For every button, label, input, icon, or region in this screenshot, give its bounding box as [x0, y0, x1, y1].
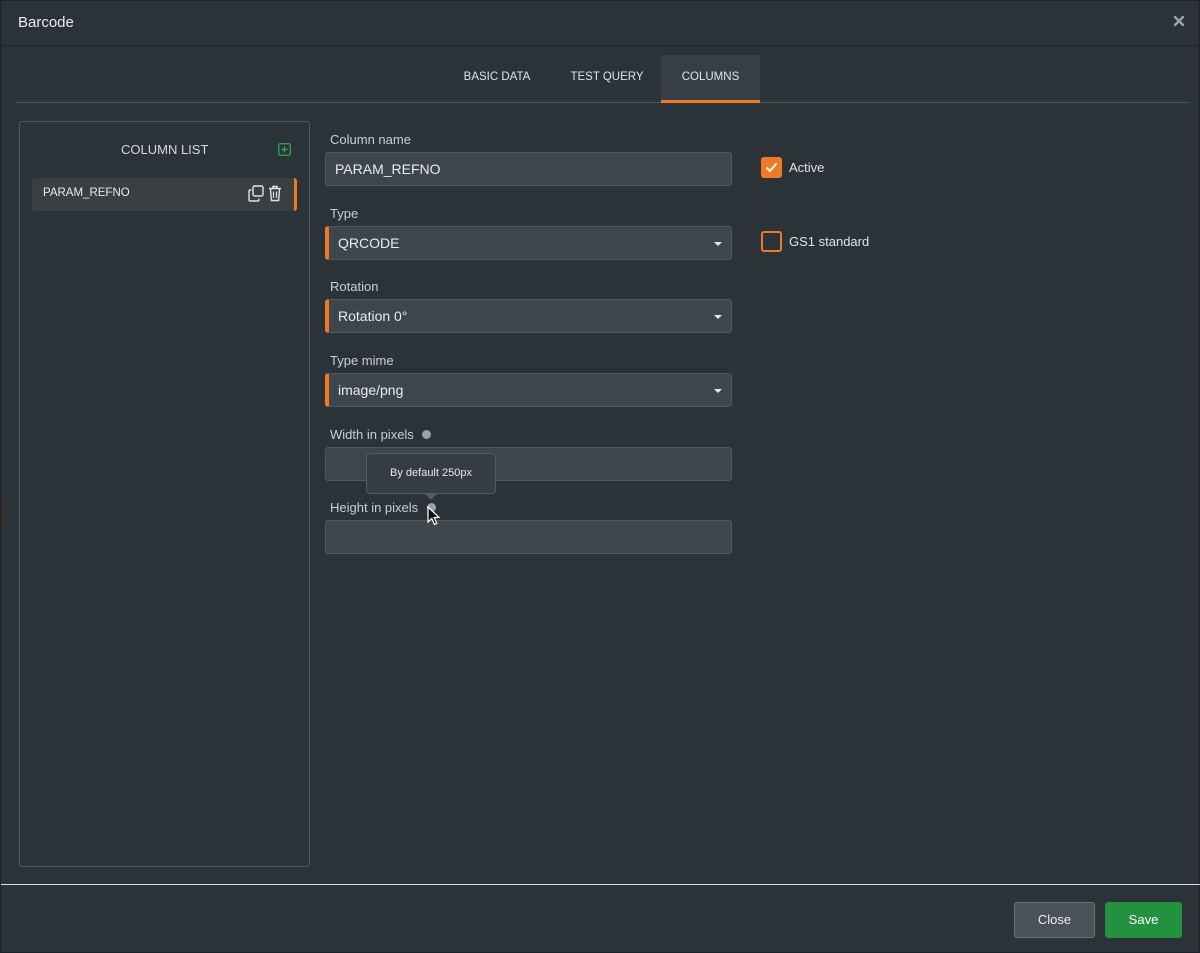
- copy-icon[interactable]: [248, 185, 264, 202]
- chevron-down-icon: [714, 315, 722, 319]
- rotation-select-value: Rotation 0°: [338, 308, 408, 324]
- tab-columns[interactable]: COLUMNS: [661, 55, 760, 103]
- add-column-icon[interactable]: [278, 143, 291, 156]
- type-select-value: QRCODE: [338, 235, 400, 251]
- column-list-item[interactable]: PARAM_REFNO: [32, 178, 297, 211]
- save-button[interactable]: Save: [1105, 902, 1182, 938]
- active-checkbox[interactable]: [761, 157, 782, 178]
- dialog-title: Barcode: [18, 14, 74, 31]
- edge-marker: [1, 501, 3, 529]
- type-select[interactable]: QRCODE: [325, 226, 732, 260]
- rotation-label: Rotation: [330, 279, 379, 294]
- barcode-dialog: Barcode BASIC DATA TEST QUERY COLUMNS CO…: [0, 0, 1200, 953]
- chevron-down-icon: [714, 242, 722, 246]
- footer-divider: [1, 884, 1200, 885]
- tooltip: By default 250px: [366, 453, 496, 494]
- column-item-label: PARAM_REFNO: [43, 187, 130, 199]
- column-list-panel: COLUMN LIST PARAM_REFNO: [19, 121, 310, 867]
- tab-bar: BASIC DATA TEST QUERY COLUMNS: [15, 55, 1189, 103]
- gs1-standard-label: GS1 standard: [789, 234, 870, 249]
- column-list-title: COLUMN LIST: [121, 142, 209, 157]
- dialog-titlebar: Barcode: [1, 1, 1200, 46]
- rotation-select[interactable]: Rotation 0°: [325, 299, 732, 333]
- type-mime-select-value: image/png: [338, 382, 404, 398]
- chevron-down-icon: [714, 389, 722, 393]
- info-icon[interactable]: [422, 430, 431, 439]
- close-icon[interactable]: [1172, 14, 1186, 28]
- active-label: Active: [789, 160, 825, 175]
- tab-basic-data[interactable]: BASIC DATA: [451, 55, 543, 103]
- gs1-standard-checkbox[interactable]: [761, 231, 782, 252]
- check-icon: [765, 162, 778, 173]
- type-mime-label: Type mime: [330, 353, 394, 368]
- trash-icon[interactable]: [268, 185, 282, 202]
- column-name-label: Column name: [330, 132, 411, 147]
- type-mime-select[interactable]: image/png: [325, 373, 732, 407]
- mouse-pointer-icon: [427, 506, 441, 526]
- height-label: Height in pixels: [330, 500, 419, 515]
- width-label: Width in pixels: [330, 427, 414, 442]
- tooltip-arrow: [424, 493, 438, 500]
- column-name-input[interactable]: PARAM_REFNO: [325, 152, 732, 186]
- close-button[interactable]: Close: [1014, 902, 1095, 938]
- type-label: Type: [330, 206, 359, 221]
- height-input[interactable]: [325, 520, 732, 554]
- tab-test-query[interactable]: TEST QUERY: [560, 55, 654, 103]
